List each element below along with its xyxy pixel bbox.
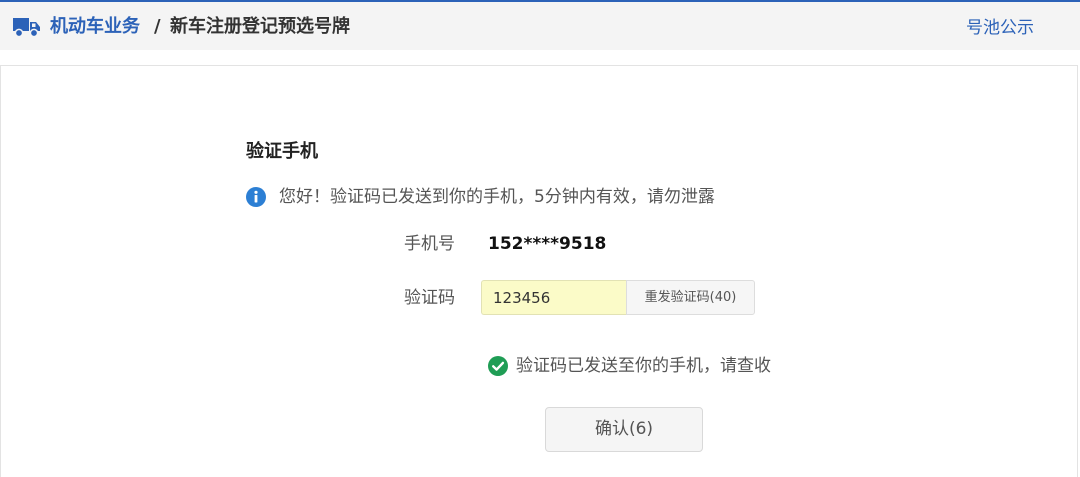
breadcrumb-separator: / bbox=[154, 16, 161, 37]
number-pool-link[interactable]: 号池公示 bbox=[966, 16, 1034, 40]
breadcrumb-section[interactable]: 机动车业务 bbox=[50, 14, 140, 40]
page-title: 新车注册登记预选号牌 bbox=[170, 16, 350, 37]
resend-code-button[interactable]: 重发验证码(40) bbox=[626, 280, 755, 315]
code-sent-notice: 您好！验证码已发送到你的手机，5分钟内有效，请勿泄露 bbox=[279, 187, 715, 207]
code-label: 验证码 bbox=[404, 288, 455, 308]
confirm-button[interactable]: 确认(6) bbox=[545, 407, 703, 452]
check-circle-icon bbox=[488, 356, 508, 376]
verification-code-input[interactable] bbox=[481, 280, 626, 315]
content-panel bbox=[0, 65, 1078, 477]
verify-phone-title: 验证手机 bbox=[246, 141, 318, 162]
header-bar: 机动车业务 / 新车注册登记预选号牌 号池公示 bbox=[0, 0, 1080, 50]
phone-number: 152****9518 bbox=[488, 234, 607, 254]
phone-label: 手机号 bbox=[404, 234, 455, 254]
info-icon bbox=[246, 187, 266, 207]
truck-icon bbox=[13, 18, 40, 38]
code-sent-success-message: 验证码已发送至你的手机，请查收 bbox=[516, 356, 771, 376]
